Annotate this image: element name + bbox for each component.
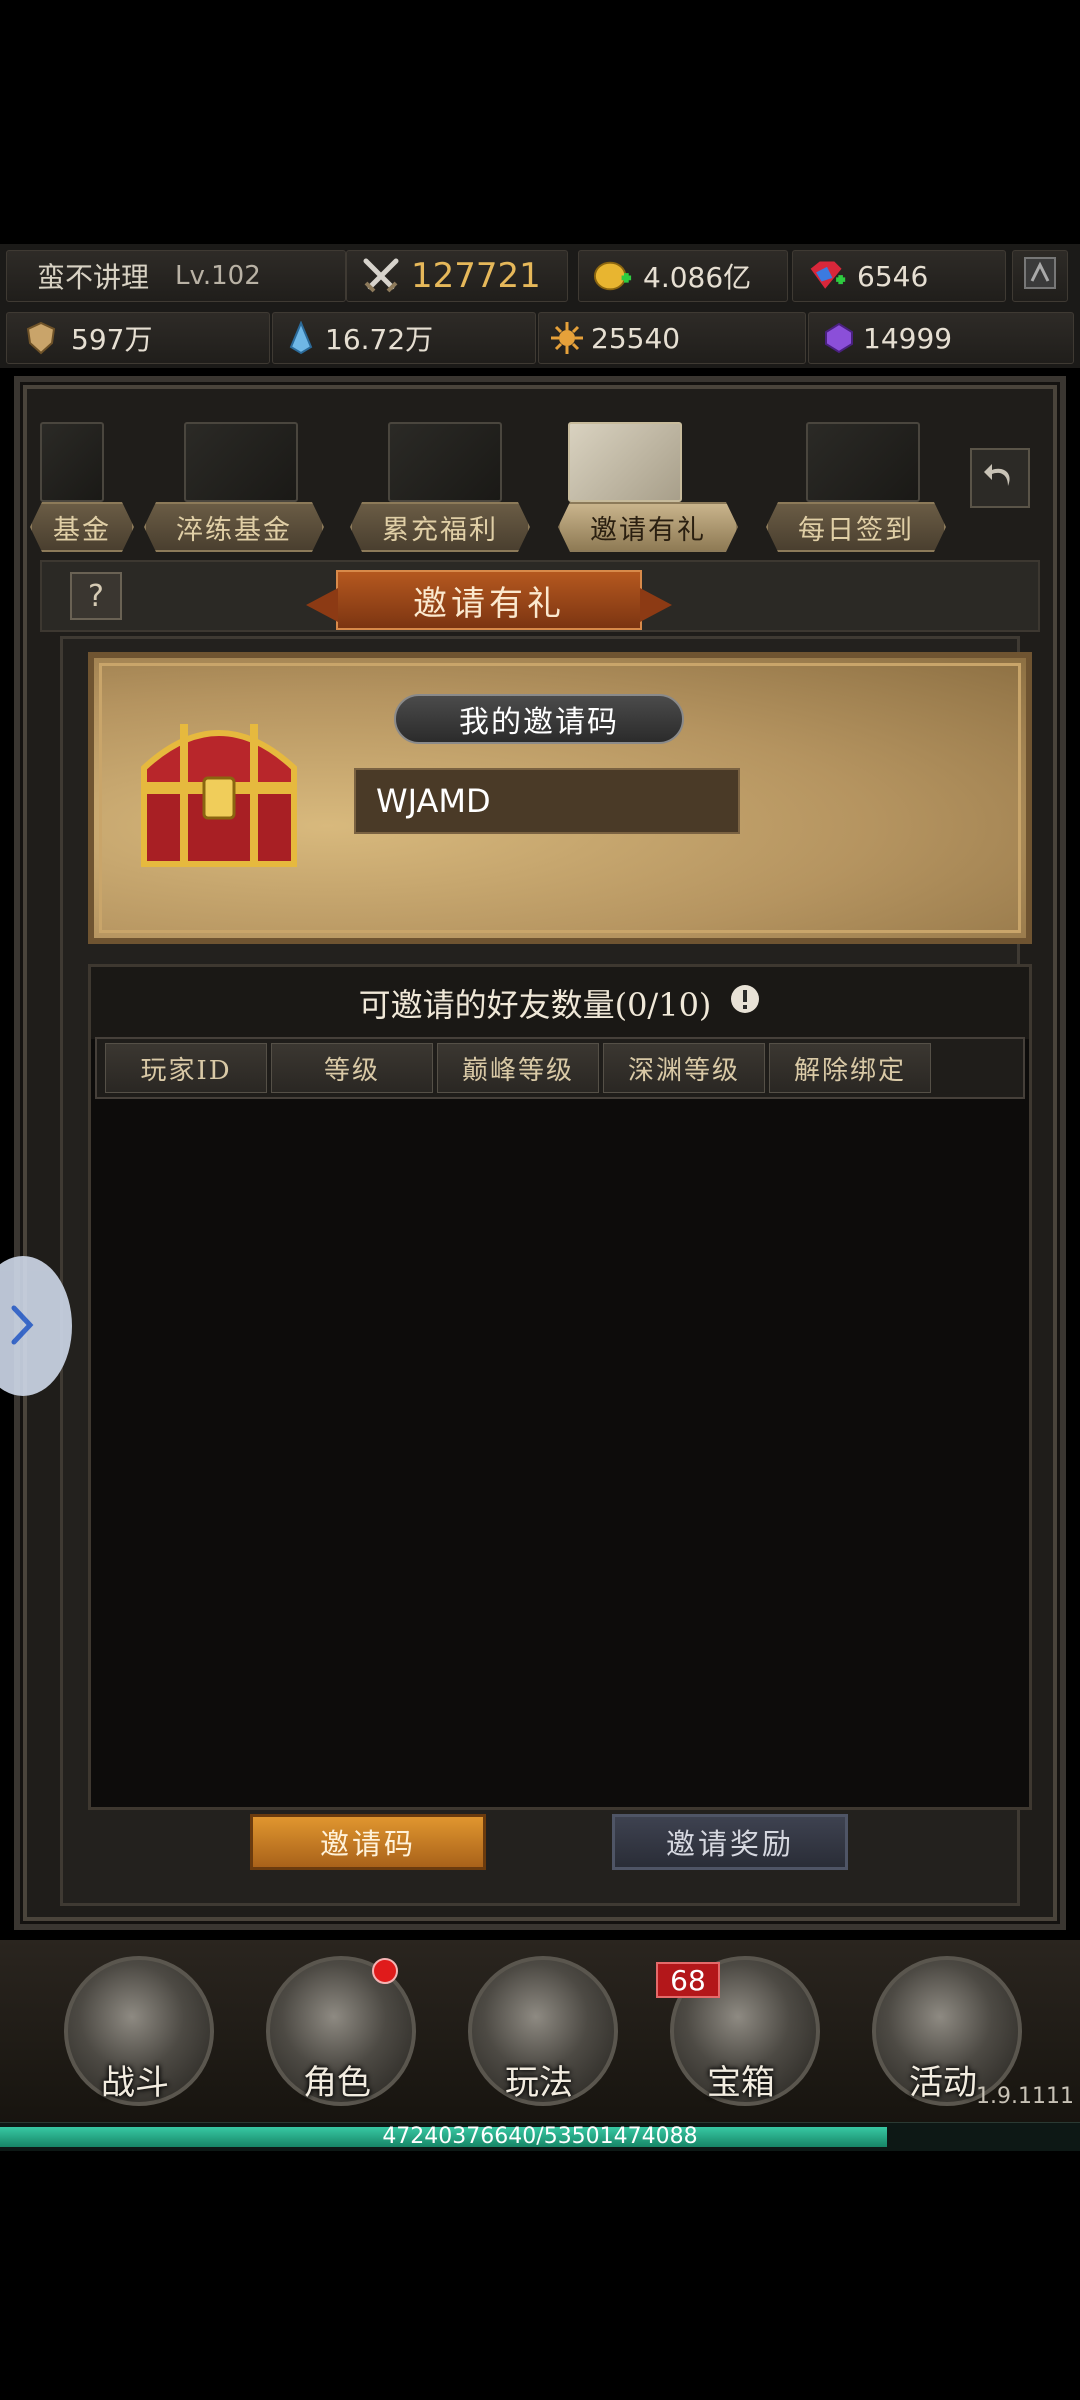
resource1-value: 597万 <box>71 323 153 356</box>
gem-display[interactable]: 6546 <box>792 250 1006 302</box>
chest-count-badge: 68 <box>656 1962 720 1998</box>
chevron-right-icon <box>8 1302 38 1352</box>
column-abyss-level: 深渊等级 <box>603 1043 765 1093</box>
gold-value: 4.086亿 <box>643 261 752 294</box>
crystal-icon <box>281 318 321 358</box>
main-panel: 基金 淬练基金 累充福利 邀请有礼 每日签到 ? 邀请有礼 我的邀请码 WJAM… <box>14 376 1066 1930</box>
tab-refine-fund[interactable]: 淬练基金 <box>144 502 324 552</box>
resource2-value: 16.72万 <box>325 323 434 356</box>
settings-button[interactable] <box>1012 250 1068 302</box>
invite-reward-button[interactable]: 邀请奖励 <box>612 1814 848 1870</box>
nav-label: 战斗 <box>101 2063 169 2103</box>
friends-list-panel: 可邀请的好友数量(0/10) 玩家ID 等级 巅峰等级 深渊等级 解除绑定 <box>88 964 1032 1810</box>
gem-icon <box>807 256 847 296</box>
invite-code-label-text: 我的邀请码 <box>459 705 619 740</box>
resource1-display[interactable]: 597万 <box>6 312 270 364</box>
tab-icon <box>806 422 920 502</box>
info-icon[interactable] <box>729 983 761 1023</box>
invite-reward-button-label: 邀请奖励 <box>665 1827 794 1861</box>
friends-count-text: 可邀请的好友数量(0/10) <box>358 986 712 1024</box>
tab-label: 淬练基金 <box>176 514 292 546</box>
settings-icon <box>1022 255 1058 298</box>
nav-chest[interactable]: 宝箱 68 <box>656 1950 826 2110</box>
player-name: 蛮不讲理 <box>37 261 150 294</box>
version-text: 1.9.1111 <box>976 2084 1074 2109</box>
notification-dot <box>372 1958 398 1984</box>
exp-text: 47240376640/53501474088 <box>382 2124 698 2149</box>
invite-code-field[interactable]: WJAMD <box>354 768 740 834</box>
sun-icon <box>547 318 587 358</box>
tab-invite-gift[interactable]: 邀请有礼 <box>558 502 738 552</box>
tab-icon <box>40 422 104 502</box>
gold-coin-icon <box>593 256 633 296</box>
tab-daily-signin[interactable]: 每日签到 <box>766 502 946 552</box>
column-label: 玩家ID <box>140 1055 232 1086</box>
invite-card: 我的邀请码 WJAMD <box>88 652 1032 944</box>
shield-icon <box>21 318 61 358</box>
column-unbind: 解除绑定 <box>769 1043 931 1093</box>
nav-label: 活动 <box>909 2063 977 2103</box>
tab-label: 基金 <box>53 514 111 546</box>
back-button[interactable] <box>970 448 1030 508</box>
friends-count-header: 可邀请的好友数量(0/10) <box>91 967 1029 1039</box>
tab-fund[interactable]: 基金 <box>30 502 134 552</box>
nav-label: 宝箱 <box>707 2063 775 2103</box>
player-info[interactable]: 蛮不讲理 Lv.102 <box>6 250 346 302</box>
back-icon <box>982 458 1018 498</box>
panel-title-text: 邀请有礼 <box>413 583 565 624</box>
column-label: 深渊等级 <box>627 1055 740 1086</box>
column-peak-level: 巅峰等级 <box>437 1043 599 1093</box>
invite-code-value: WJAMD <box>376 782 491 820</box>
invite-code-label: 我的邀请码 <box>394 694 684 744</box>
combat-power: 127721 <box>346 250 568 302</box>
nav-label: 玩法 <box>505 2063 573 2103</box>
resource3-value: 25540 <box>591 321 681 355</box>
column-label: 等级 <box>323 1055 380 1086</box>
player-level: Lv.102 <box>175 261 261 291</box>
tab-icon <box>568 422 682 502</box>
nav-label: 角色 <box>303 2063 371 2103</box>
panel-title: 邀请有礼 <box>336 570 642 630</box>
column-label: 解除绑定 <box>793 1055 906 1086</box>
nav-gameplay[interactable]: 玩法 <box>454 1950 624 2110</box>
gem-value: 6546 <box>857 259 929 293</box>
nav-battle[interactable]: 战斗 <box>50 1950 220 2110</box>
resource4-display[interactable]: 14999 <box>808 312 1074 364</box>
tab-icon <box>388 422 502 502</box>
resource3-display[interactable]: 25540 <box>538 312 806 364</box>
resource2-display[interactable]: 16.72万 <box>272 312 536 364</box>
nav-character[interactable]: 角色 <box>252 1950 422 2110</box>
top-status-bar: 蛮不讲理 Lv.102 127721 4.086亿 6546 597万 16.7… <box>0 244 1080 368</box>
tab-recharge-welfare[interactable]: 累充福利 <box>350 502 530 552</box>
help-button[interactable]: ? <box>70 572 122 620</box>
tab-icon <box>184 422 298 502</box>
sword-icon <box>361 256 401 296</box>
exp-bar: 47240376640/53501474088 <box>0 2122 1080 2151</box>
help-icon: ? <box>88 578 104 614</box>
chest-icon <box>124 708 314 882</box>
combat-power-value: 127721 <box>411 256 541 296</box>
column-level: 等级 <box>271 1043 433 1093</box>
gold-display[interactable]: 4.086亿 <box>578 250 788 302</box>
invite-code-button[interactable]: 邀请码 <box>250 1814 486 1870</box>
column-player-id: 玩家ID <box>105 1043 267 1093</box>
tab-label: 每日签到 <box>798 514 914 546</box>
column-label: 巅峰等级 <box>461 1055 574 1086</box>
resource4-value: 14999 <box>863 321 953 355</box>
invite-code-button-label: 邀请码 <box>319 1827 416 1861</box>
tab-label: 累充福利 <box>382 514 498 546</box>
tab-label: 邀请有礼 <box>590 514 706 546</box>
purple-gem-icon <box>819 318 859 358</box>
